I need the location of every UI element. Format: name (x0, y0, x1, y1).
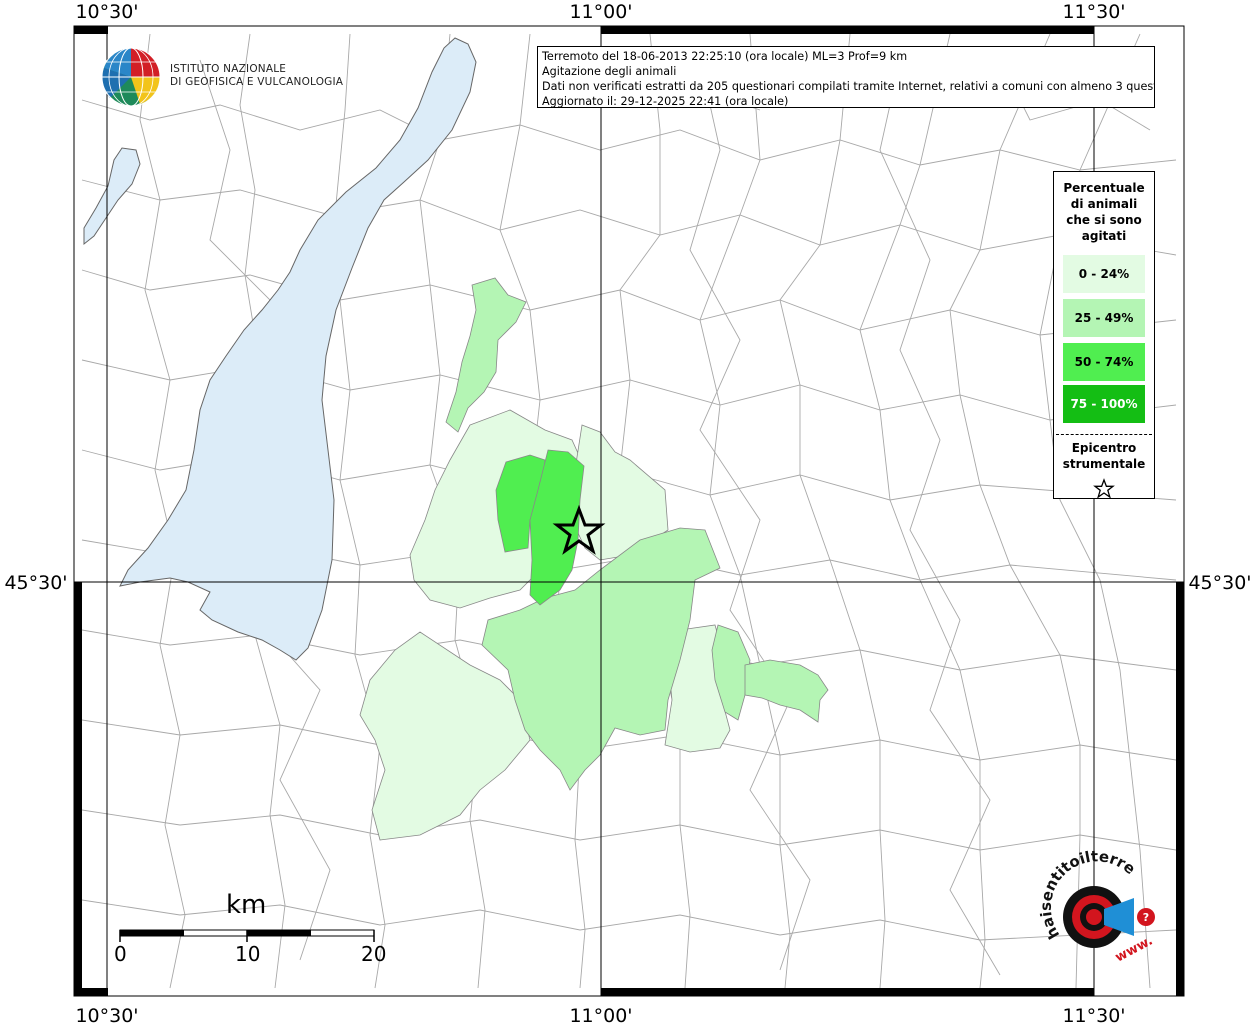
legend-title: Percentuale di animali che si sono agita… (1054, 180, 1154, 244)
event-info-box: Terremoto del 18-06-2013 22:25:10 (ora l… (537, 46, 1155, 108)
legend-epicenter: Epicentro strumentale (1054, 440, 1154, 472)
event-info-line3: Dati non verificati estratti da 205 ques… (542, 80, 1155, 93)
legend-title-line2: di animali (1070, 197, 1138, 211)
event-info-line1: Terremoto del 18-06-2013 22:25:10 (ora l… (542, 50, 908, 63)
lon-label-top-3: 11°30' (1062, 1, 1125, 23)
lat-label-right: 45°30' (1188, 572, 1251, 594)
lon-label-top-2: 11°00' (569, 1, 632, 23)
event-info-line4: Aggiornato il: 29-12-2025 22:41 (ora loc… (542, 95, 789, 108)
legend-class-4: 75 - 100% (1063, 385, 1145, 423)
legend: Percentuale di animali che si sono agita… (1053, 171, 1155, 499)
scale-tick-10: 10 (235, 942, 261, 966)
scale-unit-label: km (226, 890, 267, 920)
lon-label-top-1: 10°30' (75, 1, 138, 23)
legend-title-line4: agitati (1081, 229, 1127, 243)
legend-epicenter-line2: strumentale (1062, 457, 1146, 471)
legend-epicenter-line1: Epicentro (1071, 441, 1137, 455)
svg-text:?: ? (1143, 911, 1149, 924)
ingv-name: ISTITUTO NAZIONALE DI GEOFISICA E VULCAN… (170, 63, 343, 89)
ingv-name-line2: DI GEOFISICA E VULCANOLOGIA (170, 76, 344, 88)
legend-class-2: 25 - 49% (1063, 299, 1145, 337)
lon-label-bottom-2: 11°00' (569, 1005, 632, 1024)
map-canvas: 10°30' 11°00' 11°30' 10°30' 11°00' 11°30… (0, 0, 1252, 1024)
ingv-globe-icon (101, 47, 161, 107)
scale-tick-0: 0 (114, 942, 127, 966)
lat-label-left: 45°30' (4, 572, 67, 594)
legend-class-1: 0 - 24% (1063, 255, 1145, 293)
legend-separator (1056, 434, 1152, 435)
legend-class-3: 50 - 74% (1063, 343, 1145, 381)
event-info-line2: Agitazione degli animali (542, 65, 677, 78)
legend-title-line3: che si sono (1066, 213, 1142, 227)
legend-star-icon (1093, 478, 1115, 499)
ingv-name-line1: ISTITUTO NAZIONALE (170, 63, 287, 75)
legend-title-line1: Percentuale (1063, 181, 1145, 195)
scale-tick-20: 20 (361, 942, 387, 966)
lon-label-bottom-3: 11°30' (1062, 1005, 1125, 1024)
lon-label-bottom-1: 10°30' (75, 1005, 138, 1024)
